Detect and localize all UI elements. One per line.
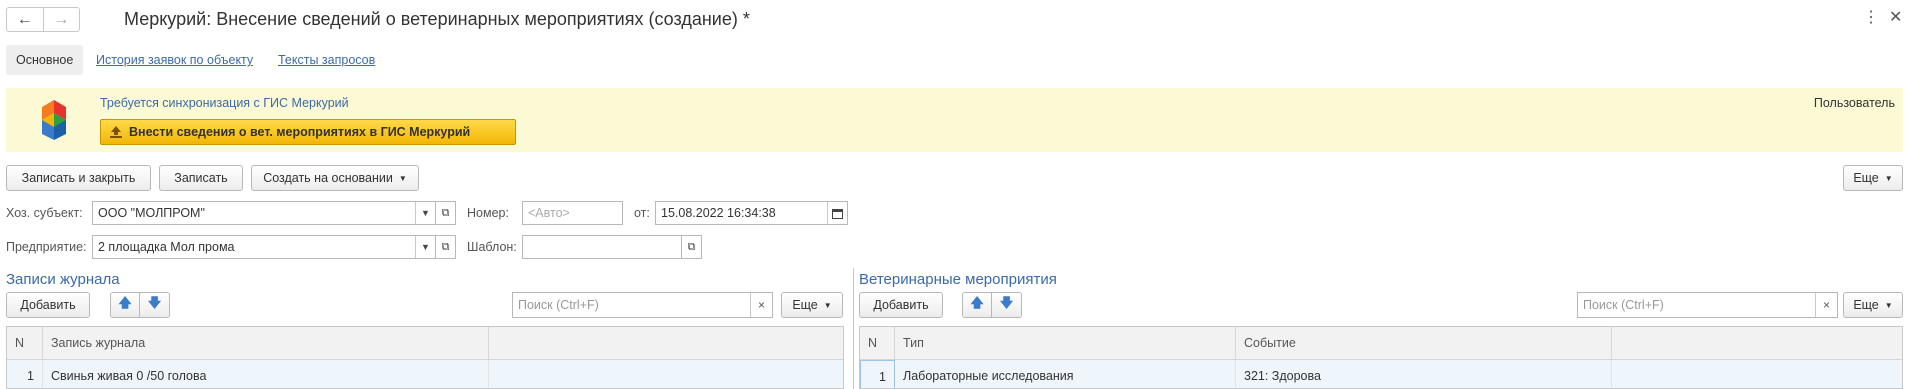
- journal-section-title: Записи журнала: [6, 271, 120, 288]
- forward-arrow-icon[interactable]: →: [42, 8, 80, 31]
- vet-table: N Тип Событие 1 Лабораторные исследовани…: [859, 326, 1903, 389]
- more-button-label: Еще: [1853, 171, 1879, 185]
- number-field[interactable]: <Авто>: [522, 201, 623, 225]
- calendar-icon[interactable]: [827, 202, 847, 224]
- open-entity-icon[interactable]: ⧉: [436, 201, 456, 225]
- column-header-extra: [489, 327, 843, 359]
- row-number: 1: [7, 360, 43, 388]
- move-up-icon[interactable]: 🡅: [110, 292, 140, 318]
- tab-request-history[interactable]: История заявок по объекту: [92, 45, 257, 75]
- dropdown-caret-icon[interactable]: ▼: [415, 202, 435, 224]
- dropdown-caret-icon: ▼: [398, 173, 407, 183]
- date-field[interactable]: 15.08.2022 16:34:38: [655, 201, 848, 225]
- journal-more-label: Еще: [792, 298, 818, 312]
- vet-search-placeholder: Поиск (Ctrl+F): [1583, 298, 1664, 312]
- table-row[interactable]: 1 Свинья живая 0 /50 голова: [7, 360, 843, 388]
- upload-icon: [110, 126, 122, 138]
- sync-required-message: Требуется синхронизация с ГИС Меркурий: [100, 96, 349, 110]
- open-template-icon[interactable]: ⧉: [682, 235, 702, 259]
- clear-icon[interactable]: ×: [750, 293, 772, 317]
- column-header-n[interactable]: N: [7, 327, 43, 359]
- column-header-record[interactable]: Запись журнала: [43, 327, 489, 359]
- vet-section-title: Ветеринарные мероприятия: [859, 271, 1057, 288]
- column-header-n[interactable]: N: [860, 327, 895, 359]
- row-extra: [1612, 360, 1902, 388]
- row-extra: [489, 360, 843, 388]
- journal-add-button[interactable]: Добавить: [6, 292, 90, 318]
- close-icon[interactable]: ✕: [1889, 8, 1902, 28]
- row-type: Лабораторные исследования: [895, 360, 1236, 388]
- more-vertical-icon[interactable]: ⋮: [1863, 8, 1879, 28]
- panel-splitter[interactable]: [853, 268, 854, 389]
- enterprise-value: 2 площадка Мол прома: [98, 240, 235, 254]
- template-label: Шаблон:: [467, 240, 517, 254]
- create-based-on-button[interactable]: Создать на основании ▼: [251, 165, 419, 191]
- dropdown-caret-icon: ▼: [823, 300, 832, 310]
- column-header-extra: [1612, 327, 1902, 359]
- entity-field[interactable]: ООО "МОЛПРОМ" ▼: [92, 201, 436, 225]
- dropdown-caret-icon: ▼: [1884, 300, 1893, 310]
- history-nav: ← →: [6, 7, 80, 32]
- dropdown-caret-icon: ▼: [1884, 173, 1893, 183]
- table-header: N Запись журнала: [7, 327, 843, 360]
- sync-banner: Требуется синхронизация с ГИС Меркурий В…: [6, 88, 1903, 152]
- entity-value: ООО "МОЛПРОМ": [98, 206, 205, 220]
- dropdown-caret-icon[interactable]: ▼: [415, 236, 435, 258]
- sync-button-label: Внести сведения о вет. мероприятиях в ГИ…: [129, 125, 471, 139]
- row-number: 1: [860, 360, 895, 388]
- table-header: N Тип Событие: [860, 327, 1902, 360]
- tab-main[interactable]: Основное: [6, 45, 83, 75]
- date-from-label: от:: [634, 206, 650, 220]
- table-row[interactable]: 1 Лабораторные исследования 321: Здорова: [860, 360, 1902, 388]
- open-enterprise-icon[interactable]: ⧉: [436, 235, 456, 259]
- row-event: 321: Здорова: [1236, 360, 1612, 388]
- vet-more-button[interactable]: Еще ▼: [1843, 292, 1903, 318]
- user-label: Пользователь: [1813, 96, 1895, 110]
- vet-add-button[interactable]: Добавить: [859, 292, 943, 318]
- journal-more-button[interactable]: Еще ▼: [781, 292, 843, 318]
- create-based-on-label: Создать на основании: [263, 171, 393, 185]
- journal-search-placeholder: Поиск (Ctrl+F): [518, 298, 599, 312]
- row-record: Свинья живая 0 /50 голова: [43, 360, 489, 388]
- entity-label: Хоз. субъект:: [6, 206, 83, 220]
- enterprise-label: Предприятие:: [6, 240, 87, 254]
- move-up-icon[interactable]: 🡅: [962, 292, 992, 318]
- more-button[interactable]: Еще ▼: [1843, 165, 1903, 191]
- window-title: Меркурий: Внесение сведений о ветеринарн…: [124, 9, 750, 29]
- number-label: Номер:: [467, 206, 509, 220]
- save-and-close-button[interactable]: Записать и закрыть: [6, 165, 151, 191]
- save-button[interactable]: Записать: [159, 165, 243, 191]
- vet-more-label: Еще: [1853, 298, 1879, 312]
- template-field[interactable]: [522, 235, 682, 259]
- move-down-icon[interactable]: 🡇: [140, 292, 170, 318]
- date-value: 15.08.2022 16:34:38: [661, 206, 776, 220]
- tab-request-texts[interactable]: Тексты запросов: [274, 45, 379, 75]
- back-arrow-icon[interactable]: ←: [7, 8, 43, 31]
- journal-search-input[interactable]: Поиск (Ctrl+F) ×: [512, 292, 773, 318]
- clear-icon[interactable]: ×: [1815, 293, 1837, 317]
- journal-table: N Запись журнала 1 Свинья живая 0 /50 го…: [6, 326, 844, 389]
- move-down-icon[interactable]: 🡇: [992, 292, 1022, 318]
- column-header-event[interactable]: Событие: [1236, 327, 1612, 359]
- vet-search-input[interactable]: Поиск (Ctrl+F) ×: [1577, 292, 1838, 318]
- number-placeholder: <Авто>: [528, 206, 570, 220]
- sync-to-mercury-button[interactable]: Внести сведения о вет. мероприятиях в ГИ…: [100, 119, 516, 145]
- mercury-logo-icon: [42, 100, 66, 140]
- column-header-type[interactable]: Тип: [895, 327, 1236, 359]
- enterprise-field[interactable]: 2 площадка Мол прома ▼: [92, 235, 436, 259]
